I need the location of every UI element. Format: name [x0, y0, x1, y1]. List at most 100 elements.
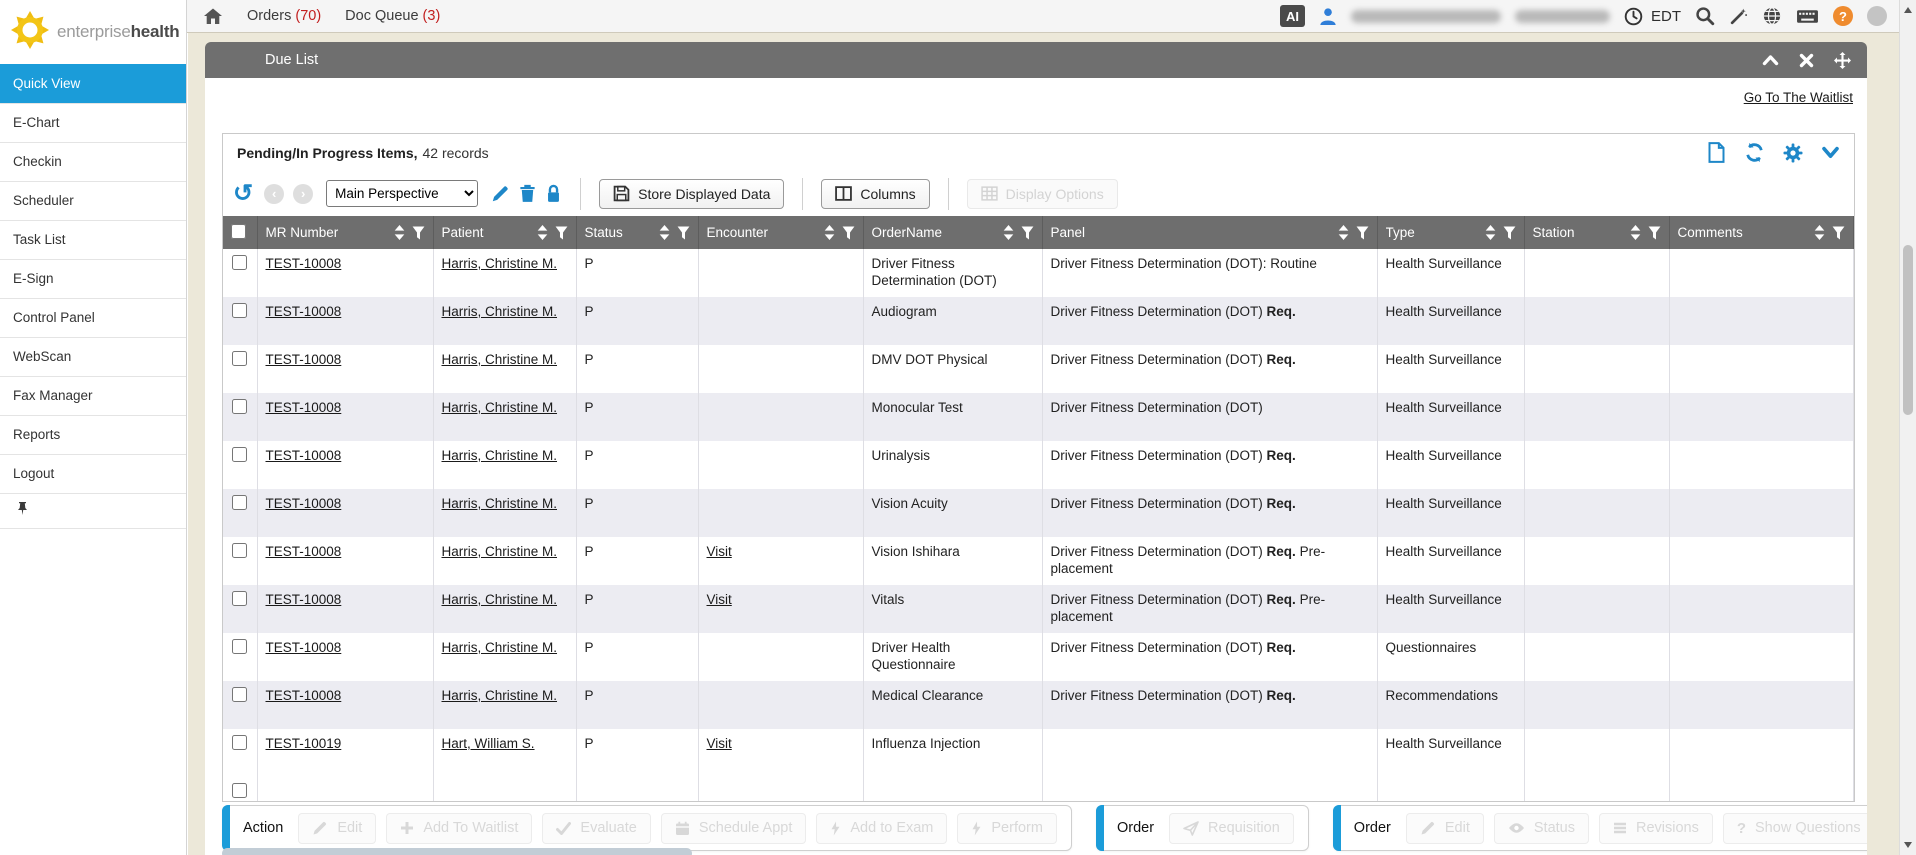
- mr-number-link[interactable]: TEST-10019: [266, 736, 342, 751]
- row-checkbox[interactable]: [232, 783, 247, 798]
- sidebar-item-checkin[interactable]: Checkin: [0, 142, 186, 181]
- sidebar-item-control-panel[interactable]: Control Panel: [0, 298, 186, 337]
- row-checkbox[interactable]: [232, 591, 247, 606]
- user-icon[interactable]: [1319, 7, 1337, 25]
- globe-icon[interactable]: [1762, 6, 1782, 26]
- row-checkbox[interactable]: [232, 351, 247, 366]
- add-to-exam-button[interactable]: Add to Exam: [816, 813, 947, 844]
- patient-link[interactable]: Harris, Christine M.: [442, 688, 558, 703]
- ai-badge[interactable]: AI: [1280, 5, 1305, 27]
- new-document-icon[interactable]: [1707, 142, 1726, 163]
- nav-orders[interactable]: Orders (70): [247, 8, 321, 24]
- filter-icon[interactable]: [1021, 226, 1034, 240]
- mr-number-link[interactable]: TEST-10008: [266, 544, 342, 559]
- column-header-ordername[interactable]: OrderName: [863, 216, 1042, 249]
- mr-number-link[interactable]: TEST-10008: [266, 640, 342, 655]
- column-header-panel[interactable]: Panel: [1042, 216, 1377, 249]
- mr-number-link[interactable]: TEST-10008: [266, 352, 342, 367]
- encounter-link[interactable]: Visit: [707, 544, 732, 559]
- patient-link[interactable]: Harris, Christine M.: [442, 544, 558, 559]
- horizontal-scrollbar-thumb[interactable]: [222, 848, 692, 855]
- patient-link[interactable]: Harris, Christine M.: [442, 496, 558, 511]
- sidebar-item-scheduler[interactable]: Scheduler: [0, 181, 186, 220]
- scroll-up-arrow[interactable]: [1904, 7, 1912, 13]
- edit-perspective-icon[interactable]: [491, 184, 510, 203]
- row-checkbox[interactable]: [232, 735, 247, 750]
- sort-icon[interactable]: [1630, 225, 1641, 240]
- sidebar-item-webscan[interactable]: WebScan: [0, 337, 186, 376]
- sort-icon[interactable]: [394, 225, 405, 240]
- evaluate-button[interactable]: Evaluate: [542, 813, 650, 844]
- patient-link[interactable]: Hart, William S.: [442, 736, 535, 751]
- sort-icon[interactable]: [1003, 225, 1014, 240]
- sort-icon[interactable]: [1814, 225, 1825, 240]
- patient-link[interactable]: Harris, Christine M.: [442, 352, 558, 367]
- column-header-type[interactable]: Type: [1377, 216, 1524, 249]
- search-icon[interactable]: [1695, 6, 1715, 26]
- gear-icon[interactable]: [1783, 143, 1803, 163]
- row-checkbox[interactable]: [232, 687, 247, 702]
- row-checkbox[interactable]: [232, 495, 247, 510]
- filter-icon[interactable]: [1356, 226, 1369, 240]
- sort-icon[interactable]: [824, 225, 835, 240]
- column-header-patient[interactable]: Patient: [433, 216, 576, 249]
- mr-number-link[interactable]: TEST-10008: [266, 688, 342, 703]
- column-header-status[interactable]: Status: [576, 216, 698, 249]
- go-to-waitlist-link[interactable]: Go To The Waitlist: [1744, 90, 1853, 105]
- keyboard-icon[interactable]: [1796, 8, 1819, 25]
- column-header-encounter[interactable]: Encounter: [698, 216, 863, 249]
- status-button[interactable]: Status: [1494, 813, 1589, 844]
- mr-number-link[interactable]: TEST-10008: [266, 400, 342, 415]
- filter-icon[interactable]: [1832, 226, 1845, 240]
- close-icon[interactable]: [1799, 53, 1814, 68]
- mr-number-link[interactable]: TEST-10008: [266, 496, 342, 511]
- columns-button[interactable]: Columns: [821, 179, 929, 209]
- history-back-icon[interactable]: ‹: [264, 184, 284, 204]
- mr-number-link[interactable]: TEST-10008: [266, 592, 342, 607]
- encounter-link[interactable]: Visit: [707, 736, 732, 751]
- chevron-down-icon[interactable]: [1821, 146, 1840, 160]
- patient-link[interactable]: Harris, Christine M.: [442, 592, 558, 607]
- add-to-waitlist-button[interactable]: Add To Waitlist: [386, 813, 532, 844]
- row-checkbox[interactable]: [232, 255, 247, 270]
- row-checkbox[interactable]: [232, 543, 247, 558]
- sidebar-item-fax-manager[interactable]: Fax Manager: [0, 376, 186, 415]
- mr-number-link[interactable]: TEST-10008: [266, 448, 342, 463]
- patient-link[interactable]: Harris, Christine M.: [442, 448, 558, 463]
- filter-icon[interactable]: [1503, 226, 1516, 240]
- filter-icon[interactable]: [412, 226, 425, 240]
- sidebar-item-e-sign[interactable]: E-Sign: [0, 259, 186, 298]
- filter-icon[interactable]: [842, 226, 855, 240]
- row-checkbox[interactable]: [232, 303, 247, 318]
- patient-link[interactable]: Harris, Christine M.: [442, 304, 558, 319]
- scroll-down-arrow[interactable]: [1904, 842, 1912, 848]
- sidebar-item-reports[interactable]: Reports: [0, 415, 186, 454]
- patient-link[interactable]: Harris, Christine M.: [442, 640, 558, 655]
- edit-button[interactable]: Edit: [298, 813, 376, 844]
- requisition-button[interactable]: Requisition: [1169, 813, 1294, 844]
- row-checkbox[interactable]: [232, 639, 247, 654]
- row-checkbox[interactable]: [232, 399, 247, 414]
- column-header-station[interactable]: Station: [1524, 216, 1669, 249]
- mr-number-link[interactable]: TEST-10008: [266, 256, 342, 271]
- row-checkbox[interactable]: [232, 447, 247, 462]
- select-all-checkbox[interactable]: [231, 224, 246, 239]
- patient-link[interactable]: Harris, Christine M.: [442, 256, 558, 271]
- sidebar-item-task-list[interactable]: Task List: [0, 220, 186, 259]
- edit-button[interactable]: Edit: [1406, 813, 1484, 844]
- scrollbar-thumb[interactable]: [1903, 245, 1913, 415]
- sort-icon[interactable]: [1485, 225, 1496, 240]
- refresh-icon[interactable]: [1744, 142, 1765, 163]
- delete-perspective-icon[interactable]: [519, 184, 536, 203]
- encounter-link[interactable]: Visit: [707, 592, 732, 607]
- sort-icon[interactable]: [537, 225, 548, 240]
- sidebar-item-e-chart[interactable]: E-Chart: [0, 103, 186, 142]
- perform-button[interactable]: Perform: [957, 813, 1057, 844]
- filter-icon[interactable]: [555, 226, 568, 240]
- sort-icon[interactable]: [659, 225, 670, 240]
- sidebar-pin-row[interactable]: [0, 494, 186, 529]
- patient-link[interactable]: Harris, Christine M.: [442, 400, 558, 415]
- revisions-button[interactable]: Revisions: [1599, 813, 1713, 844]
- filter-icon[interactable]: [1648, 226, 1661, 240]
- help-icon[interactable]: ?: [1833, 6, 1853, 26]
